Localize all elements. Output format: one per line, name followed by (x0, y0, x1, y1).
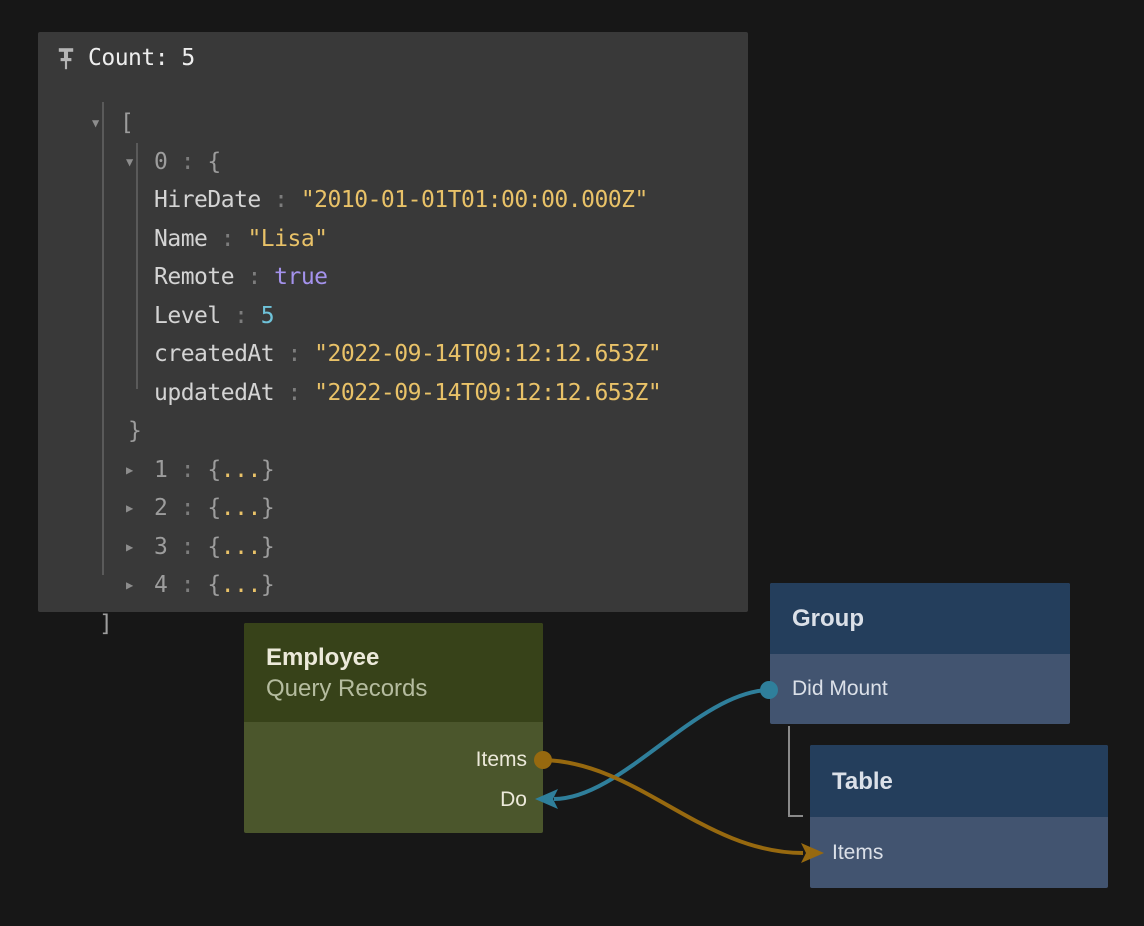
json-punct: { (207, 534, 220, 560)
node-employee-header[interactable]: Employee Query Records (244, 623, 543, 722)
json-colon: : (207, 226, 247, 252)
json-punct: 0 (154, 149, 167, 175)
tree-row: Remote : true (38, 258, 748, 297)
inspector-title: Count: 5 (88, 45, 195, 71)
json-string: "Lisa" (247, 226, 327, 252)
json-string: ... (221, 572, 261, 598)
tree-row: HireDate : "2010-01-01T01:00:00.000Z" (38, 181, 748, 220)
json-punct: { (207, 572, 220, 598)
tree-row[interactable]: ▶2 : {...} (38, 489, 748, 528)
port-row-items[interactable]: Items (244, 740, 543, 780)
node-subtitle: Query Records (266, 673, 521, 704)
json-punct: { (207, 457, 220, 483)
tree-row[interactable]: ▶1 : {...} (38, 451, 748, 490)
wire-did-mount-to-do[interactable] (554, 690, 769, 799)
json-key: Remote (154, 264, 234, 290)
json-inspector-panel: Count: 5 ▼[▼0 : {HireDate : "2010-01-01T… (38, 32, 748, 612)
port-label: Items (476, 748, 527, 772)
json-string: "2022-09-14T09:12:12.653Z" (314, 380, 661, 406)
json-punct: 1 (154, 457, 167, 483)
json-string: "2010-01-01T01:00:00.000Z" (301, 187, 648, 213)
expand-arrow-icon[interactable]: ▶ (126, 540, 154, 554)
json-punct: { (207, 495, 220, 521)
json-key: HireDate (154, 187, 261, 213)
tree-row: } (38, 412, 748, 451)
port-row-did-mount[interactable]: Did Mount (770, 669, 1070, 709)
inspector-titlebar: Count: 5 (38, 32, 195, 80)
tree-row: updatedAt : "2022-09-14T09:12:12.653Z" (38, 374, 748, 413)
json-string: ... (221, 457, 261, 483)
json-colon: : (261, 187, 301, 213)
hierarchy-connector-line (789, 726, 803, 816)
node-title: Group (792, 603, 1048, 634)
tree-row: createdAt : "2022-09-14T09:12:12.653Z" (38, 335, 748, 374)
json-key: createdAt (154, 341, 274, 367)
pushpin-icon[interactable] (54, 47, 78, 71)
json-punct: } (261, 495, 274, 521)
json-colon: : (234, 264, 274, 290)
port-label: Items (832, 841, 883, 865)
collapse-arrow-icon[interactable]: ▼ (92, 116, 120, 130)
expand-arrow-icon[interactable]: ▶ (126, 463, 154, 477)
json-number: 5 (261, 303, 274, 329)
json-bool: true (274, 264, 327, 290)
json-punct: } (261, 572, 274, 598)
json-colon: : (167, 534, 207, 560)
expand-arrow-icon[interactable]: ▶ (126, 578, 154, 592)
json-colon: : (167, 457, 207, 483)
json-punct: } (261, 457, 274, 483)
node-employee-body: Items Do (244, 722, 543, 820)
node-table-body: Items (810, 817, 1108, 873)
json-string: ... (221, 495, 261, 521)
json-punct: 3 (154, 534, 167, 560)
json-punct: ] (99, 611, 112, 637)
json-colon: : (274, 380, 314, 406)
node-table[interactable]: Table Items (810, 745, 1108, 888)
collapse-arrow-icon[interactable]: ▼ (126, 155, 154, 169)
node-employee[interactable]: Employee Query Records Items Do (244, 623, 543, 833)
json-colon: : (167, 149, 207, 175)
json-key: Level (154, 303, 221, 329)
node-group[interactable]: Group Did Mount (770, 583, 1070, 724)
json-punct: } (128, 418, 141, 444)
node-title: Employee (266, 642, 521, 673)
json-punct: { (207, 149, 220, 175)
node-group-body: Did Mount (770, 654, 1070, 709)
port-row-do[interactable]: Do (244, 780, 543, 820)
port-row-items[interactable]: Items (810, 833, 1108, 873)
node-group-header[interactable]: Group (770, 583, 1070, 654)
json-colon: : (167, 495, 207, 521)
json-punct: 2 (154, 495, 167, 521)
json-key: Name (154, 226, 207, 252)
tree-row[interactable]: ▶3 : {...} (38, 528, 748, 567)
json-tree: ▼[▼0 : {HireDate : "2010-01-01T01:00:00.… (38, 104, 748, 643)
json-punct: [ (120, 110, 133, 136)
json-colon: : (221, 303, 261, 329)
json-colon: : (167, 572, 207, 598)
tree-row[interactable]: ▼[ (38, 104, 748, 143)
json-punct: } (261, 534, 274, 560)
json-string: ... (221, 534, 261, 560)
port-label: Do (500, 788, 527, 812)
json-key: updatedAt (154, 380, 274, 406)
port-label: Did Mount (792, 677, 888, 701)
tree-row[interactable]: ▶4 : {...} (38, 566, 748, 605)
tree-row: Name : "Lisa" (38, 220, 748, 259)
tree-row[interactable]: ▼0 : { (38, 143, 748, 182)
node-title: Table (832, 766, 1086, 797)
json-punct: 4 (154, 572, 167, 598)
tree-row: Level : 5 (38, 297, 748, 336)
wire-items-to-items[interactable] (543, 760, 803, 853)
json-colon: : (274, 341, 314, 367)
expand-arrow-icon[interactable]: ▶ (126, 501, 154, 515)
node-table-header[interactable]: Table (810, 745, 1108, 817)
json-string: "2022-09-14T09:12:12.653Z" (314, 341, 661, 367)
